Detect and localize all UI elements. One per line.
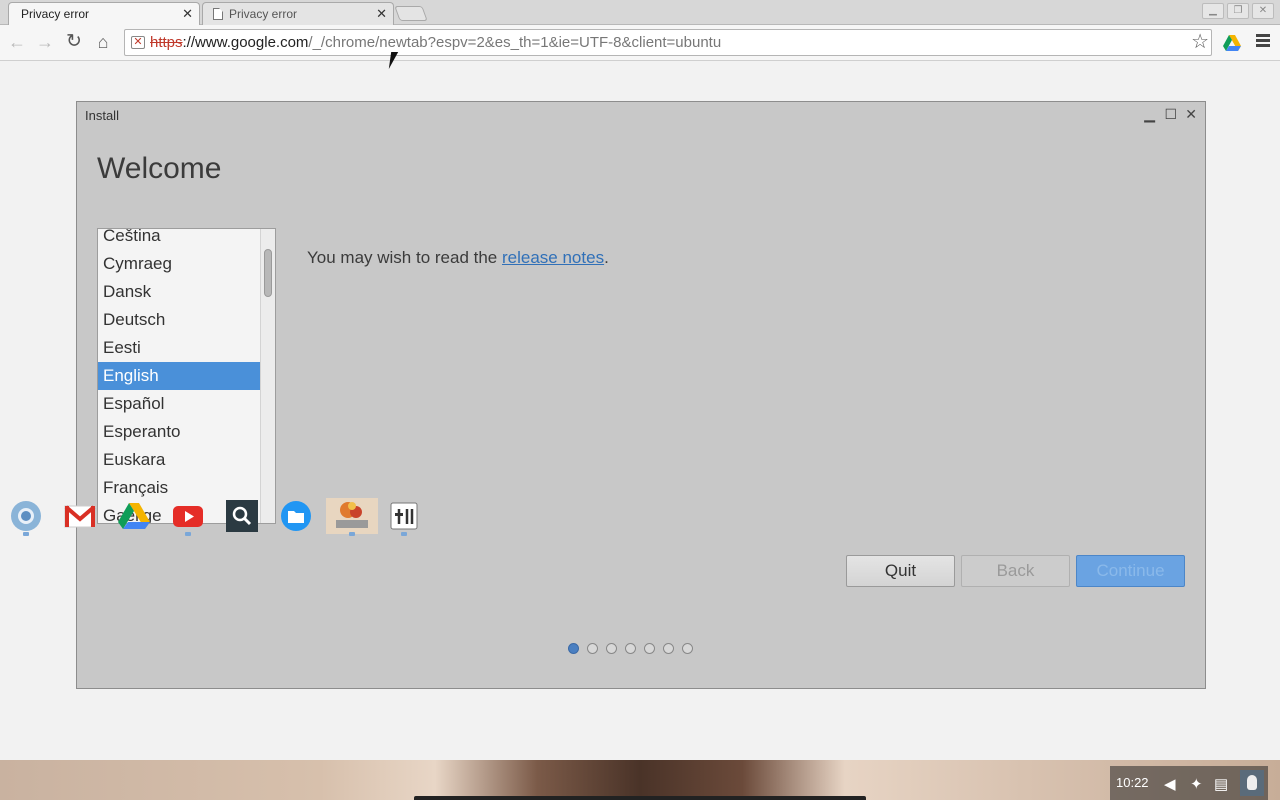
notification-icon[interactable]: ▤ bbox=[1214, 775, 1228, 793]
shelf[interactable] bbox=[414, 796, 866, 800]
tab-privacy-error-1[interactable]: Privacy error ✕ bbox=[8, 2, 200, 25]
tab-close-icon[interactable]: ✕ bbox=[182, 6, 193, 22]
language-option[interactable]: Euskara bbox=[98, 446, 261, 474]
tab-title: Privacy error bbox=[21, 7, 90, 21]
step-dot bbox=[606, 643, 617, 654]
scrollbar[interactable] bbox=[260, 229, 275, 523]
language-option[interactable]: Esperanto bbox=[98, 418, 261, 446]
language-list[interactable]: Čeština Cymraeg Dansk Deutsch Eesti English Es… bbox=[97, 228, 276, 524]
browser-toolbar: ← → ↻ ⌂ ✕ https://www.google.com/_/chrom… bbox=[0, 25, 1280, 61]
google-drive-icon[interactable] bbox=[1222, 33, 1242, 53]
running-indicator bbox=[349, 532, 355, 536]
page-icon bbox=[213, 8, 223, 20]
system-tray[interactable]: 10:22 ◀ ✦ ▤ bbox=[1110, 766, 1268, 800]
hamburger-menu-icon[interactable] bbox=[1256, 34, 1270, 48]
language-option[interactable]: Deutsch bbox=[98, 306, 261, 334]
not-secure-lock-icon[interactable]: ✕ bbox=[131, 36, 145, 49]
star-icon[interactable]: ☆ bbox=[1191, 30, 1209, 55]
minimize-icon[interactable]: ▁ bbox=[1144, 106, 1155, 123]
chrome-app-icon[interactable] bbox=[8, 498, 44, 536]
window-restore-button[interactable]: ❐ bbox=[1227, 3, 1249, 19]
maximize-icon[interactable]: ☐ bbox=[1164, 106, 1177, 123]
language-option[interactable]: Dansk bbox=[98, 278, 261, 306]
quit-button[interactable]: Quit bbox=[846, 555, 955, 587]
volume-muted-icon[interactable]: ◀ bbox=[1164, 775, 1176, 793]
step-dot bbox=[587, 643, 598, 654]
arrow-right-icon[interactable]: → bbox=[34, 31, 56, 53]
url-path: /_/chrome/newtab?espv=2&es_th=1&ie=UTF-8… bbox=[308, 34, 722, 51]
arrow-left-icon[interactable]: ← bbox=[6, 31, 28, 53]
network-icon[interactable]: ✦ bbox=[1190, 775, 1203, 793]
page-title: Welcome bbox=[97, 152, 222, 185]
browser-tabstrip: Privacy error ✕ Privacy error ✕ ▁ ❐ ✕ bbox=[0, 0, 1280, 25]
running-indicator bbox=[401, 532, 407, 536]
reload-icon[interactable]: ↻ bbox=[63, 31, 85, 53]
release-notes-text: You may wish to read the release notes. bbox=[307, 248, 609, 268]
language-option[interactable]: Cymraeg bbox=[98, 250, 261, 278]
close-icon[interactable]: ✕ bbox=[1185, 106, 1197, 123]
step-dot bbox=[644, 643, 655, 654]
search-icon[interactable] bbox=[224, 498, 260, 534]
step-dot bbox=[682, 643, 693, 654]
url-host: ://www.google.com bbox=[182, 34, 309, 51]
desktop-wallpaper bbox=[0, 760, 1280, 800]
step-dot bbox=[568, 643, 579, 654]
running-indicator bbox=[23, 532, 29, 536]
release-suffix: . bbox=[604, 248, 609, 267]
running-indicator bbox=[185, 532, 191, 536]
tab-close-icon[interactable]: ✕ bbox=[376, 6, 387, 22]
continue-button[interactable]: Continue bbox=[1076, 555, 1185, 587]
terminal-settings-icon[interactable] bbox=[386, 498, 422, 536]
window-minimize-button[interactable]: ▁ bbox=[1202, 3, 1224, 19]
dialog-title: Install bbox=[85, 108, 119, 123]
language-option[interactable]: Čeština bbox=[98, 229, 261, 250]
scrollbar-thumb[interactable] bbox=[264, 249, 272, 297]
files-icon[interactable] bbox=[278, 498, 314, 534]
tab-title: Privacy error bbox=[229, 7, 298, 21]
installer-app-icon[interactable] bbox=[326, 498, 378, 536]
url-scheme: https bbox=[150, 34, 183, 51]
youtube-icon[interactable] bbox=[170, 498, 206, 536]
user-avatar[interactable] bbox=[1240, 770, 1264, 796]
gmail-icon[interactable] bbox=[62, 498, 98, 534]
clock[interactable]: 10:22 bbox=[1116, 775, 1149, 790]
step-indicator bbox=[568, 641, 701, 655]
address-bar[interactable]: ✕ https://www.google.com/_/chrome/newtab… bbox=[124, 29, 1212, 56]
language-option[interactable]: Eesti bbox=[98, 334, 261, 362]
home-icon[interactable]: ⌂ bbox=[92, 31, 114, 53]
google-drive-icon[interactable] bbox=[116, 498, 152, 534]
language-option[interactable]: Español bbox=[98, 390, 261, 418]
tab-privacy-error-2[interactable]: Privacy error ✕ bbox=[202, 2, 394, 25]
step-dot bbox=[625, 643, 636, 654]
step-dot bbox=[663, 643, 674, 654]
new-tab-button[interactable] bbox=[394, 6, 428, 21]
window-close-button[interactable]: ✕ bbox=[1252, 3, 1274, 19]
back-button[interactable]: Back bbox=[961, 555, 1070, 587]
language-option[interactable]: English bbox=[98, 362, 261, 390]
release-notes-link[interactable]: release notes bbox=[502, 248, 604, 267]
url-text: https://www.google.com/_/chrome/newtab?e… bbox=[150, 30, 721, 55]
release-prefix: You may wish to read the bbox=[307, 248, 502, 267]
install-dialog: Install ▁ ☐ ✕ Welcome Čeština Cymraeg Dans… bbox=[76, 101, 1206, 689]
